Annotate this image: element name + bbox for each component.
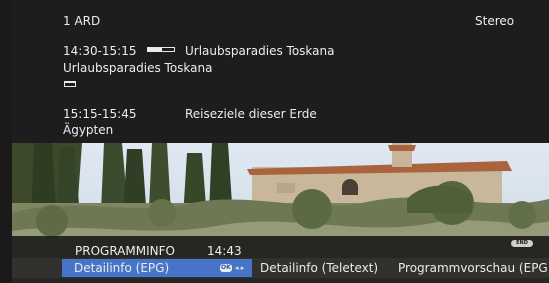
left-border xyxy=(0,0,12,283)
program-marker-icon xyxy=(64,81,76,87)
now-program-subtitle: Urlaubsparadies Toskana xyxy=(63,61,213,75)
program-progress-fill xyxy=(148,48,163,51)
ok-label: OK xyxy=(221,264,231,271)
channel-label: 1 ARD xyxy=(63,14,101,28)
tab-detailinfo-epg-label: Detailinfo (EPG) xyxy=(74,261,170,275)
end-button[interactable]: END xyxy=(511,240,533,247)
menu-title: PROGRAMMINFO xyxy=(75,244,175,258)
next-program-time: 15:15-15:45 xyxy=(63,107,137,121)
program-progress-bar xyxy=(147,47,175,52)
tab-detailinfo-teletext[interactable]: Detailinfo (Teletext) xyxy=(260,259,378,277)
program-info-panel: 1 ARD Stereo 14:30-15:15 Urlaubsparadies… xyxy=(12,0,549,143)
menu-clock: 14:43 xyxy=(207,244,242,258)
now-program-title: Urlaubsparadies Toskana xyxy=(185,44,335,58)
audio-mode: Stereo xyxy=(475,14,515,28)
tab-programmvorschau[interactable]: Programmvorschau (EPG) xyxy=(398,259,549,277)
next-program-title: Reiseziele dieser Erde xyxy=(185,107,317,121)
tab-detailinfo-epg[interactable]: Detailinfo (EPG) OK ◂ ▸ xyxy=(62,259,252,277)
ok-button-icon: OK xyxy=(220,264,232,272)
now-program-time: 14:30-15:15 xyxy=(63,44,137,58)
left-right-arrows-icon: ◂ ▸ xyxy=(235,264,245,272)
menu-bottom-strip xyxy=(12,278,549,283)
next-program-subtitle: Ägypten xyxy=(63,123,114,137)
tv-screen: 1 ARD Stereo 14:30-15:15 Urlaubsparadies… xyxy=(12,0,549,283)
